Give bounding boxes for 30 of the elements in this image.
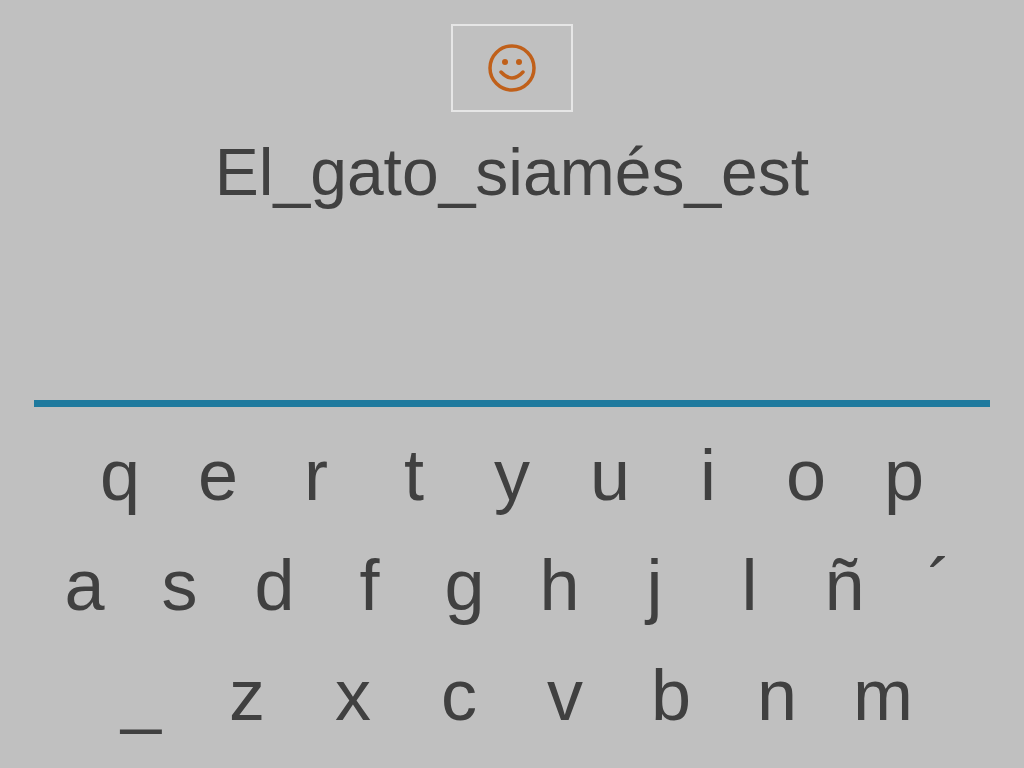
letter-key[interactable]: r	[267, 427, 365, 523]
letter-key[interactable]: b	[618, 647, 724, 743]
letter-key[interactable]: ñ	[797, 537, 892, 633]
letter-key[interactable]: m	[830, 647, 936, 743]
letter-key[interactable]: q	[71, 427, 169, 523]
hint-button[interactable]	[451, 24, 573, 112]
letter-key[interactable]: y	[463, 427, 561, 523]
answer-text: El_gato_siamés_est	[214, 134, 810, 210]
letter-key[interactable]: a	[37, 537, 132, 633]
letter-key[interactable]: n	[724, 647, 830, 743]
letter-key[interactable]: x	[300, 647, 406, 743]
letter-key[interactable]: h	[512, 537, 607, 633]
letter-key[interactable]: u	[561, 427, 659, 523]
letter-key[interactable]: i	[659, 427, 757, 523]
letter-key[interactable]: t	[365, 427, 463, 523]
smiley-icon	[486, 42, 538, 94]
letter-key[interactable]: ´	[892, 537, 987, 633]
letter-key[interactable]: z	[194, 647, 300, 743]
letter-key[interactable]: g	[417, 537, 512, 633]
letter-key[interactable]: s	[132, 537, 227, 633]
letter-key[interactable]: f	[322, 537, 417, 633]
letter-key[interactable]: j	[607, 537, 702, 633]
letter-key[interactable]: v	[512, 647, 618, 743]
letter-key[interactable]: p	[855, 427, 953, 523]
letter-key[interactable]: c	[406, 647, 512, 743]
letter-key[interactable]: l	[702, 537, 797, 633]
letter-key[interactable]: e	[169, 427, 267, 523]
letter-key[interactable]: o	[757, 427, 855, 523]
letter-key[interactable]: d	[227, 537, 322, 633]
letter-key[interactable]: _	[88, 647, 194, 743]
